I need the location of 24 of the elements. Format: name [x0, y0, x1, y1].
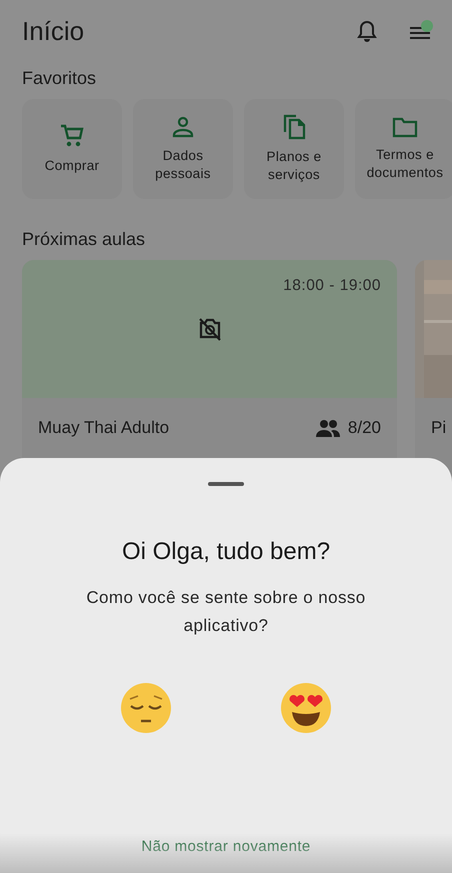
- bell-icon[interactable]: [356, 19, 378, 43]
- no-photo-icon: [196, 317, 222, 341]
- shortcut-card[interactable]: Termos e documentos: [355, 99, 452, 199]
- sad-face-icon[interactable]: [120, 682, 172, 734]
- drag-handle[interactable]: [208, 482, 244, 486]
- folder-icon: [392, 116, 418, 138]
- class-name: Pi: [431, 418, 448, 438]
- people-icon: [316, 419, 340, 437]
- section-title: Próximas aulas: [21, 228, 146, 251]
- shortcut-card[interactable]: Comprar: [22, 99, 122, 199]
- sheet-title: Oi Olga, tudo bem?: [122, 538, 330, 566]
- shortcut-card[interactable]: Dados pessoais: [133, 99, 233, 199]
- shortcut-card[interactable]: Planos e serviços: [244, 99, 344, 199]
- person-icon: [171, 115, 195, 139]
- section-title: Favoritos: [21, 67, 98, 90]
- heart-eyes-face-icon[interactable]: [280, 682, 332, 734]
- occupancy-count: 8/20: [348, 418, 381, 438]
- sheet-question: Como você se sente sobre o nosso aplicativo?: [85, 587, 367, 637]
- class-card[interactable]: Pi: [415, 260, 452, 480]
- class-name: Muay Thai Adulto: [38, 418, 170, 438]
- documents-icon: [282, 114, 306, 140]
- page-title: Início: [22, 16, 84, 46]
- cart-icon: [59, 123, 85, 149]
- class-time: 18:00 - 19:00: [283, 277, 381, 295]
